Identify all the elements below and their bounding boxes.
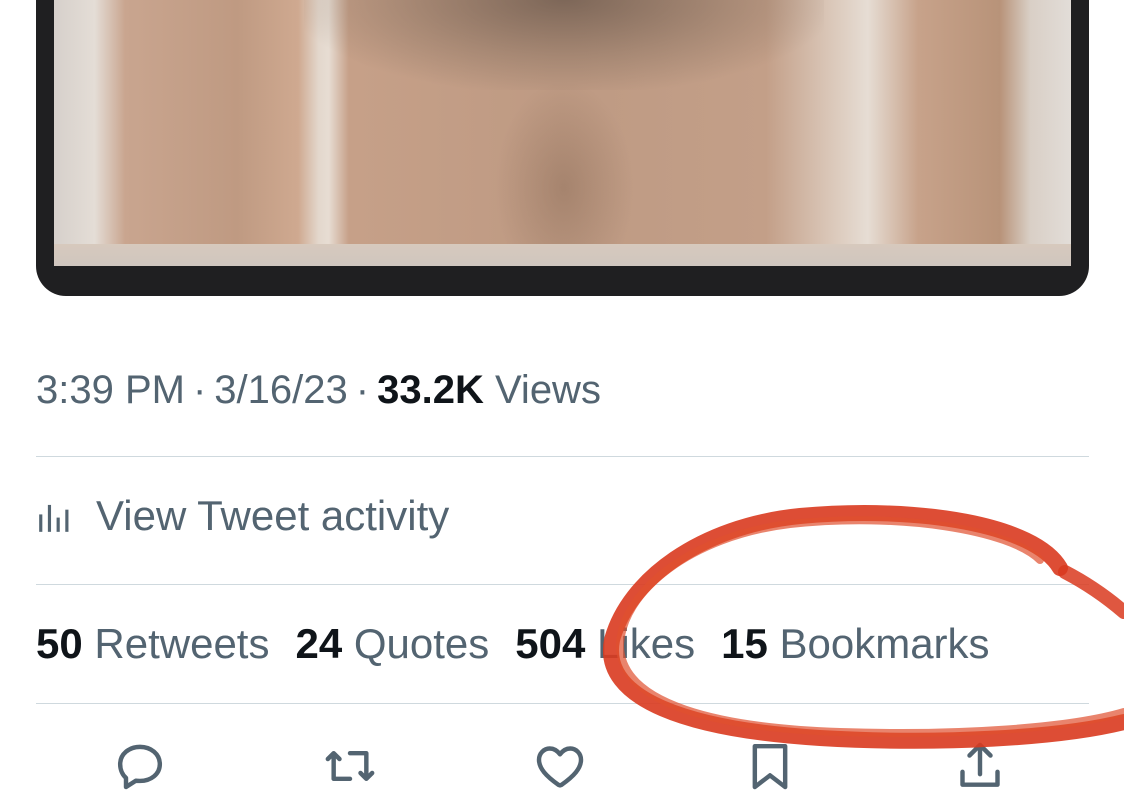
views-label: Views bbox=[494, 368, 601, 412]
divider bbox=[36, 456, 1089, 457]
reply-icon bbox=[117, 744, 163, 790]
divider bbox=[36, 703, 1089, 704]
tweet-media-image[interactable] bbox=[36, 0, 1089, 296]
reply-button[interactable] bbox=[110, 736, 170, 796]
like-button[interactable] bbox=[530, 736, 590, 796]
bookmarks-count: 15 bbox=[721, 620, 768, 667]
bookmark-icon bbox=[752, 743, 788, 790]
bookmarks-stat[interactable]: 15 Bookmarks bbox=[721, 620, 989, 668]
quotes-label: Quotes bbox=[353, 620, 490, 667]
likes-label: Likes bbox=[597, 620, 696, 667]
separator-dot: · bbox=[355, 368, 370, 412]
share-icon bbox=[960, 742, 1000, 787]
share-button[interactable] bbox=[950, 736, 1010, 796]
tweet-date: 3/16/23 bbox=[214, 368, 348, 412]
retweets-count: 50 bbox=[36, 620, 83, 667]
activity-label: View Tweet activity bbox=[96, 492, 450, 539]
retweets-stat[interactable]: 50 Retweets bbox=[36, 620, 269, 668]
tweet-timestamp-line: 3:39 PM · 3/16/23 · 33.2K Views bbox=[36, 368, 601, 413]
views-count: 33.2K bbox=[377, 368, 484, 412]
tweet-action-bar bbox=[0, 736, 1124, 800]
engagement-stats: 50 Retweets 24 Quotes 504 Likes 15 Bookm… bbox=[36, 620, 990, 668]
retweet-icon bbox=[325, 750, 375, 782]
tweet-time: 3:39 PM bbox=[36, 368, 185, 412]
retweets-label: Retweets bbox=[94, 620, 270, 667]
quotes-stat[interactable]: 24 Quotes bbox=[295, 620, 489, 668]
separator-dot: · bbox=[192, 368, 207, 412]
divider bbox=[36, 584, 1089, 585]
retweet-button[interactable] bbox=[320, 736, 380, 796]
bookmarks-label: Bookmarks bbox=[779, 620, 990, 667]
view-tweet-activity-button[interactable]: View Tweet activity bbox=[36, 490, 449, 542]
photo bbox=[54, 0, 1071, 266]
bar-chart-icon bbox=[39, 504, 69, 532]
likes-stat[interactable]: 504 Likes bbox=[515, 620, 695, 668]
likes-count: 504 bbox=[515, 620, 586, 667]
bookmark-button[interactable] bbox=[740, 736, 800, 796]
heart-icon bbox=[536, 746, 584, 788]
quotes-count: 24 bbox=[295, 620, 343, 667]
